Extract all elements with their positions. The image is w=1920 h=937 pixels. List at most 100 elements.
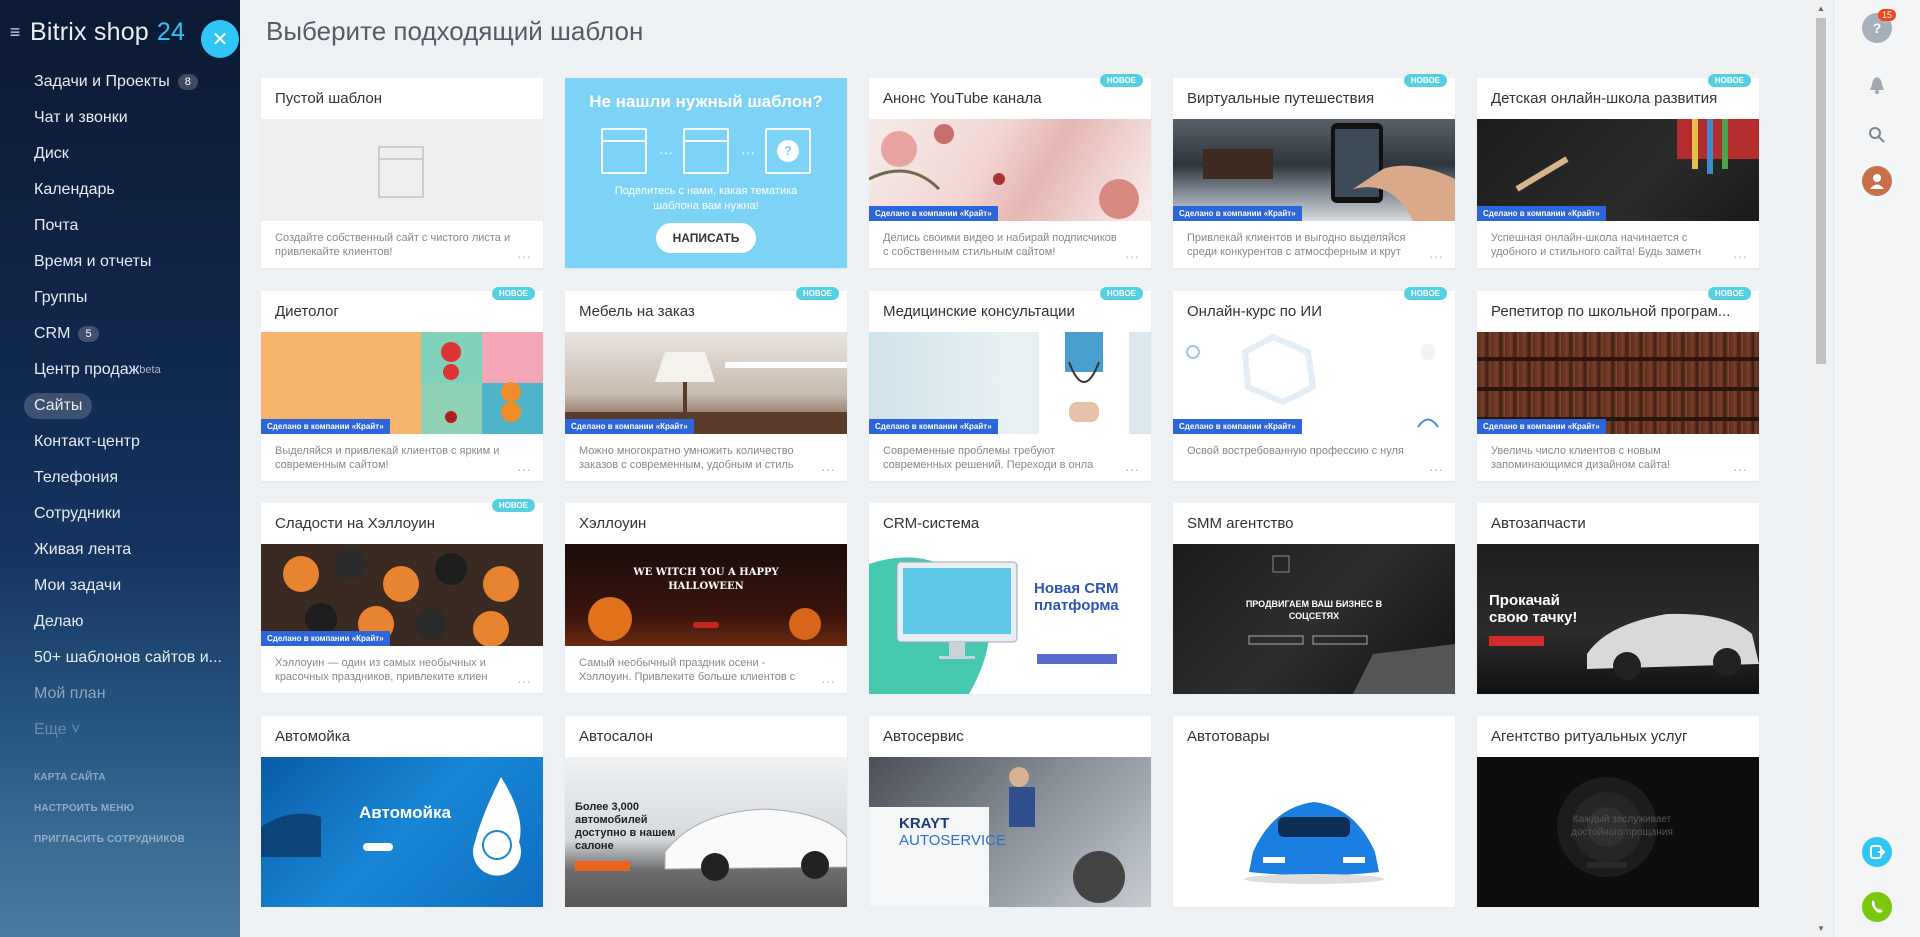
sidebar-item-label: CRM bbox=[34, 325, 71, 342]
card-preview: Каждый заслуживает достойного прощания bbox=[1477, 757, 1759, 907]
scroll-down-icon[interactable]: ▼ bbox=[1816, 924, 1826, 933]
scroll-up-icon[interactable]: ▲ bbox=[1816, 4, 1826, 13]
template-card-car-wash[interactable]: Автомойка Автомойка bbox=[261, 716, 543, 907]
more-icon[interactable]: ··· bbox=[517, 248, 531, 264]
open-lines-icon[interactable] bbox=[1862, 837, 1892, 867]
template-card-empty[interactable]: Пустой шаблон Создайте собственный сайт … bbox=[261, 78, 543, 268]
more-icon[interactable]: ··· bbox=[821, 673, 835, 689]
template-card-car-service[interactable]: Автосервис KRAYT AUTOSERVICE bbox=[869, 716, 1151, 907]
crm-preview-text: Новая CRM платформа bbox=[1034, 580, 1119, 614]
sidebar-item-calendar[interactable]: Календарь bbox=[0, 172, 240, 208]
notifications-bell-icon[interactable] bbox=[1862, 70, 1892, 100]
template-card-autoparts[interactable]: Автозапчасти Прокачай свою тачку! bbox=[1477, 503, 1759, 694]
phone-call-icon[interactable] bbox=[1862, 892, 1892, 922]
template-card-youtube[interactable]: Анонс YouTube канала НОВОЕ Сделано в ком… bbox=[869, 74, 1151, 268]
sidebar-item-label: Телефония bbox=[34, 469, 118, 486]
sidebar-item-crm[interactable]: CRM 5 bbox=[0, 316, 240, 352]
card-preview bbox=[261, 119, 543, 221]
template-card-smm[interactable]: SMM агентство ПРОДВИГАЕМ ВАШ БИЗНЕС В СО… bbox=[1173, 503, 1455, 694]
more-icon[interactable]: ··· bbox=[1125, 461, 1139, 477]
template-card-crm[interactable]: CRM-система Новая CRM платформа bbox=[869, 503, 1151, 694]
card-preview: WE WITCH YOU A HAPPY HALLOWEEN bbox=[565, 544, 847, 646]
card-preview: Сделано в компании «Крайт» bbox=[869, 119, 1151, 221]
sidebar-item-disk[interactable]: Диск bbox=[0, 136, 240, 172]
more-icon[interactable]: ··· bbox=[1125, 248, 1139, 264]
template-card-car-dealer[interactable]: Автосалон Более 3,000 автомобилей доступ… bbox=[565, 716, 847, 907]
card-preview: Сделано в компании «Крайт» bbox=[1173, 119, 1455, 221]
more-icon[interactable]: ··· bbox=[517, 461, 531, 477]
more-icon[interactable]: ··· bbox=[1733, 461, 1747, 477]
template-card-auto-goods[interactable]: Автотовары bbox=[1173, 716, 1455, 907]
krayt-label: Сделано в компании «Крайт» bbox=[1173, 206, 1302, 221]
card-description: Создайте собственный сайт с чистого лист… bbox=[275, 232, 511, 258]
card-description: Хэллоуин — один из самых необычных и кра… bbox=[275, 657, 488, 683]
card-description: Освой востребованную профессию с нуля bbox=[1187, 445, 1404, 457]
template-card-funeral[interactable]: Агентство ритуальных услуг Каждый заслуж… bbox=[1477, 716, 1759, 907]
sidebar-item-time[interactable]: Время и отчеты bbox=[0, 244, 240, 280]
template-card-furniture[interactable]: Мебель на заказ НОВОЕ Сделано в компании… bbox=[565, 287, 847, 481]
sidebar-item-label: Центр продаж bbox=[34, 361, 140, 378]
blank-page-icon bbox=[378, 146, 424, 198]
more-icon[interactable]: ··· bbox=[1733, 248, 1747, 264]
new-badge: НОВОЕ bbox=[491, 287, 535, 300]
sidebar-item-chat[interactable]: Чат и звонки bbox=[0, 100, 240, 136]
sidebar-item-employees[interactable]: Сотрудники bbox=[0, 496, 240, 532]
parts-preview-text: Прокачай свою тачку! bbox=[1489, 592, 1578, 626]
sidebar-item-groups[interactable]: Группы bbox=[0, 280, 240, 316]
card-description: Самый необычный праздник осени - Хэллоуи… bbox=[579, 657, 796, 683]
more-icon[interactable]: ··· bbox=[1429, 461, 1443, 477]
card-title: Медицинские консультации bbox=[883, 303, 1075, 320]
card-preview: Сделано в компании «Крайт» bbox=[261, 544, 543, 646]
right-panel: ? 15 bbox=[1833, 0, 1920, 937]
sidebar-item-telephony[interactable]: Телефония bbox=[0, 460, 240, 496]
service-preview-text-2: AUTOSERVICE bbox=[899, 832, 1006, 849]
krayt-label: Сделано в компании «Крайт» bbox=[261, 419, 390, 434]
card-title: CRM-система bbox=[883, 515, 980, 532]
template-card-medical[interactable]: Медицинские консультации НОВОЕ Сделано в… bbox=[869, 287, 1151, 481]
sidebar-item-label: Чат и звонки bbox=[34, 109, 128, 126]
card-preview bbox=[1173, 757, 1455, 907]
sidebar-item-feed[interactable]: Живая лента bbox=[0, 532, 240, 568]
more-icon[interactable]: ··· bbox=[821, 461, 835, 477]
sitemap-link[interactable]: КАРТА САЙТА bbox=[34, 770, 185, 801]
sidebar-item-label: Почта bbox=[34, 217, 79, 234]
sidebar-item-sites[interactable]: Сайты bbox=[0, 388, 240, 424]
template-card-kids-school[interactable]: Детская онлайн-школа развития НОВОЕ Сдел… bbox=[1477, 74, 1759, 268]
sidebar-item-label: Контакт-центр bbox=[34, 433, 140, 450]
more-icon[interactable]: ··· bbox=[1429, 248, 1443, 264]
sidebar-item-more[interactable]: Еще ˅ bbox=[0, 712, 240, 748]
template-card-tutor[interactable]: Репетитор по школьной програм... НОВОЕ С… bbox=[1477, 287, 1759, 481]
sidebar-item-tasks[interactable]: Задачи и Проекты 8 bbox=[0, 64, 240, 100]
close-slider-button[interactable]: ✕ bbox=[201, 20, 239, 58]
card-preview: Прокачай свою тачку! bbox=[1477, 544, 1759, 694]
sidebar-item-sales-center[interactable]: Центр продаж beta bbox=[0, 352, 240, 388]
invite-employees-link[interactable]: ПРИГЛАСИТЬ СОТРУДНИКОВ bbox=[34, 832, 185, 863]
scrollbar-thumb[interactable] bbox=[1816, 18, 1826, 364]
logo-text: Bitrix shop bbox=[30, 17, 149, 46]
logo-number: 24 bbox=[156, 17, 186, 46]
help-badge: 15 bbox=[1878, 9, 1897, 21]
sidebar-item-contact-center[interactable]: Контакт-центр bbox=[0, 424, 240, 460]
sidebar-item-my-tasks[interactable]: Мои задачи bbox=[0, 568, 240, 604]
template-card-travel[interactable]: Виртуальные путешествия НОВОЕ Сделано в … bbox=[1173, 74, 1455, 268]
card-preview: Сделано в компании «Крайт» bbox=[565, 332, 847, 434]
portal-logo[interactable]: Bitrix shop 24 bbox=[30, 18, 185, 47]
more-icon[interactable]: ··· bbox=[517, 673, 531, 689]
menu-burger-icon[interactable]: ≡ bbox=[0, 22, 30, 43]
template-card-ai-course[interactable]: Онлайн-курс по ИИ НОВОЕ Сделано в компан… bbox=[1173, 287, 1455, 481]
template-card-dietolog[interactable]: Диетолог НОВОЕ Сделано в компании «Крайт… bbox=[261, 287, 543, 481]
sidebar-item-mail[interactable]: Почта bbox=[0, 208, 240, 244]
configure-menu-link[interactable]: НАСТРОИТЬ МЕНЮ bbox=[34, 801, 185, 832]
sidebar-footer: КАРТА САЙТА НАСТРОИТЬ МЕНЮ ПРИГЛАСИТЬ СО… bbox=[34, 770, 185, 863]
sidebar-item-templates[interactable]: 50+ шаблонов сайтов и... bbox=[0, 640, 240, 676]
write-request-button[interactable]: НАПИСАТЬ bbox=[656, 223, 756, 253]
template-card-halloween-sweets[interactable]: Сладости на Хэллоуин НОВОЕ Сделано в ком… bbox=[261, 499, 543, 693]
card-description: Можно многократно умножить количество за… bbox=[579, 445, 794, 471]
sidebar-item-my-plan[interactable]: Мой план bbox=[0, 676, 240, 712]
search-icon[interactable] bbox=[1862, 120, 1892, 150]
blue-car-image bbox=[1244, 802, 1384, 884]
template-card-halloween[interactable]: Хэллоуин WE WITCH YOU A HAPPY HALLOWEEN … bbox=[565, 503, 847, 693]
sidebar-item-label: Мои задачи bbox=[34, 577, 122, 594]
crm-contact-avatar[interactable] bbox=[1862, 166, 1892, 196]
sidebar-item-doing[interactable]: Делаю bbox=[0, 604, 240, 640]
